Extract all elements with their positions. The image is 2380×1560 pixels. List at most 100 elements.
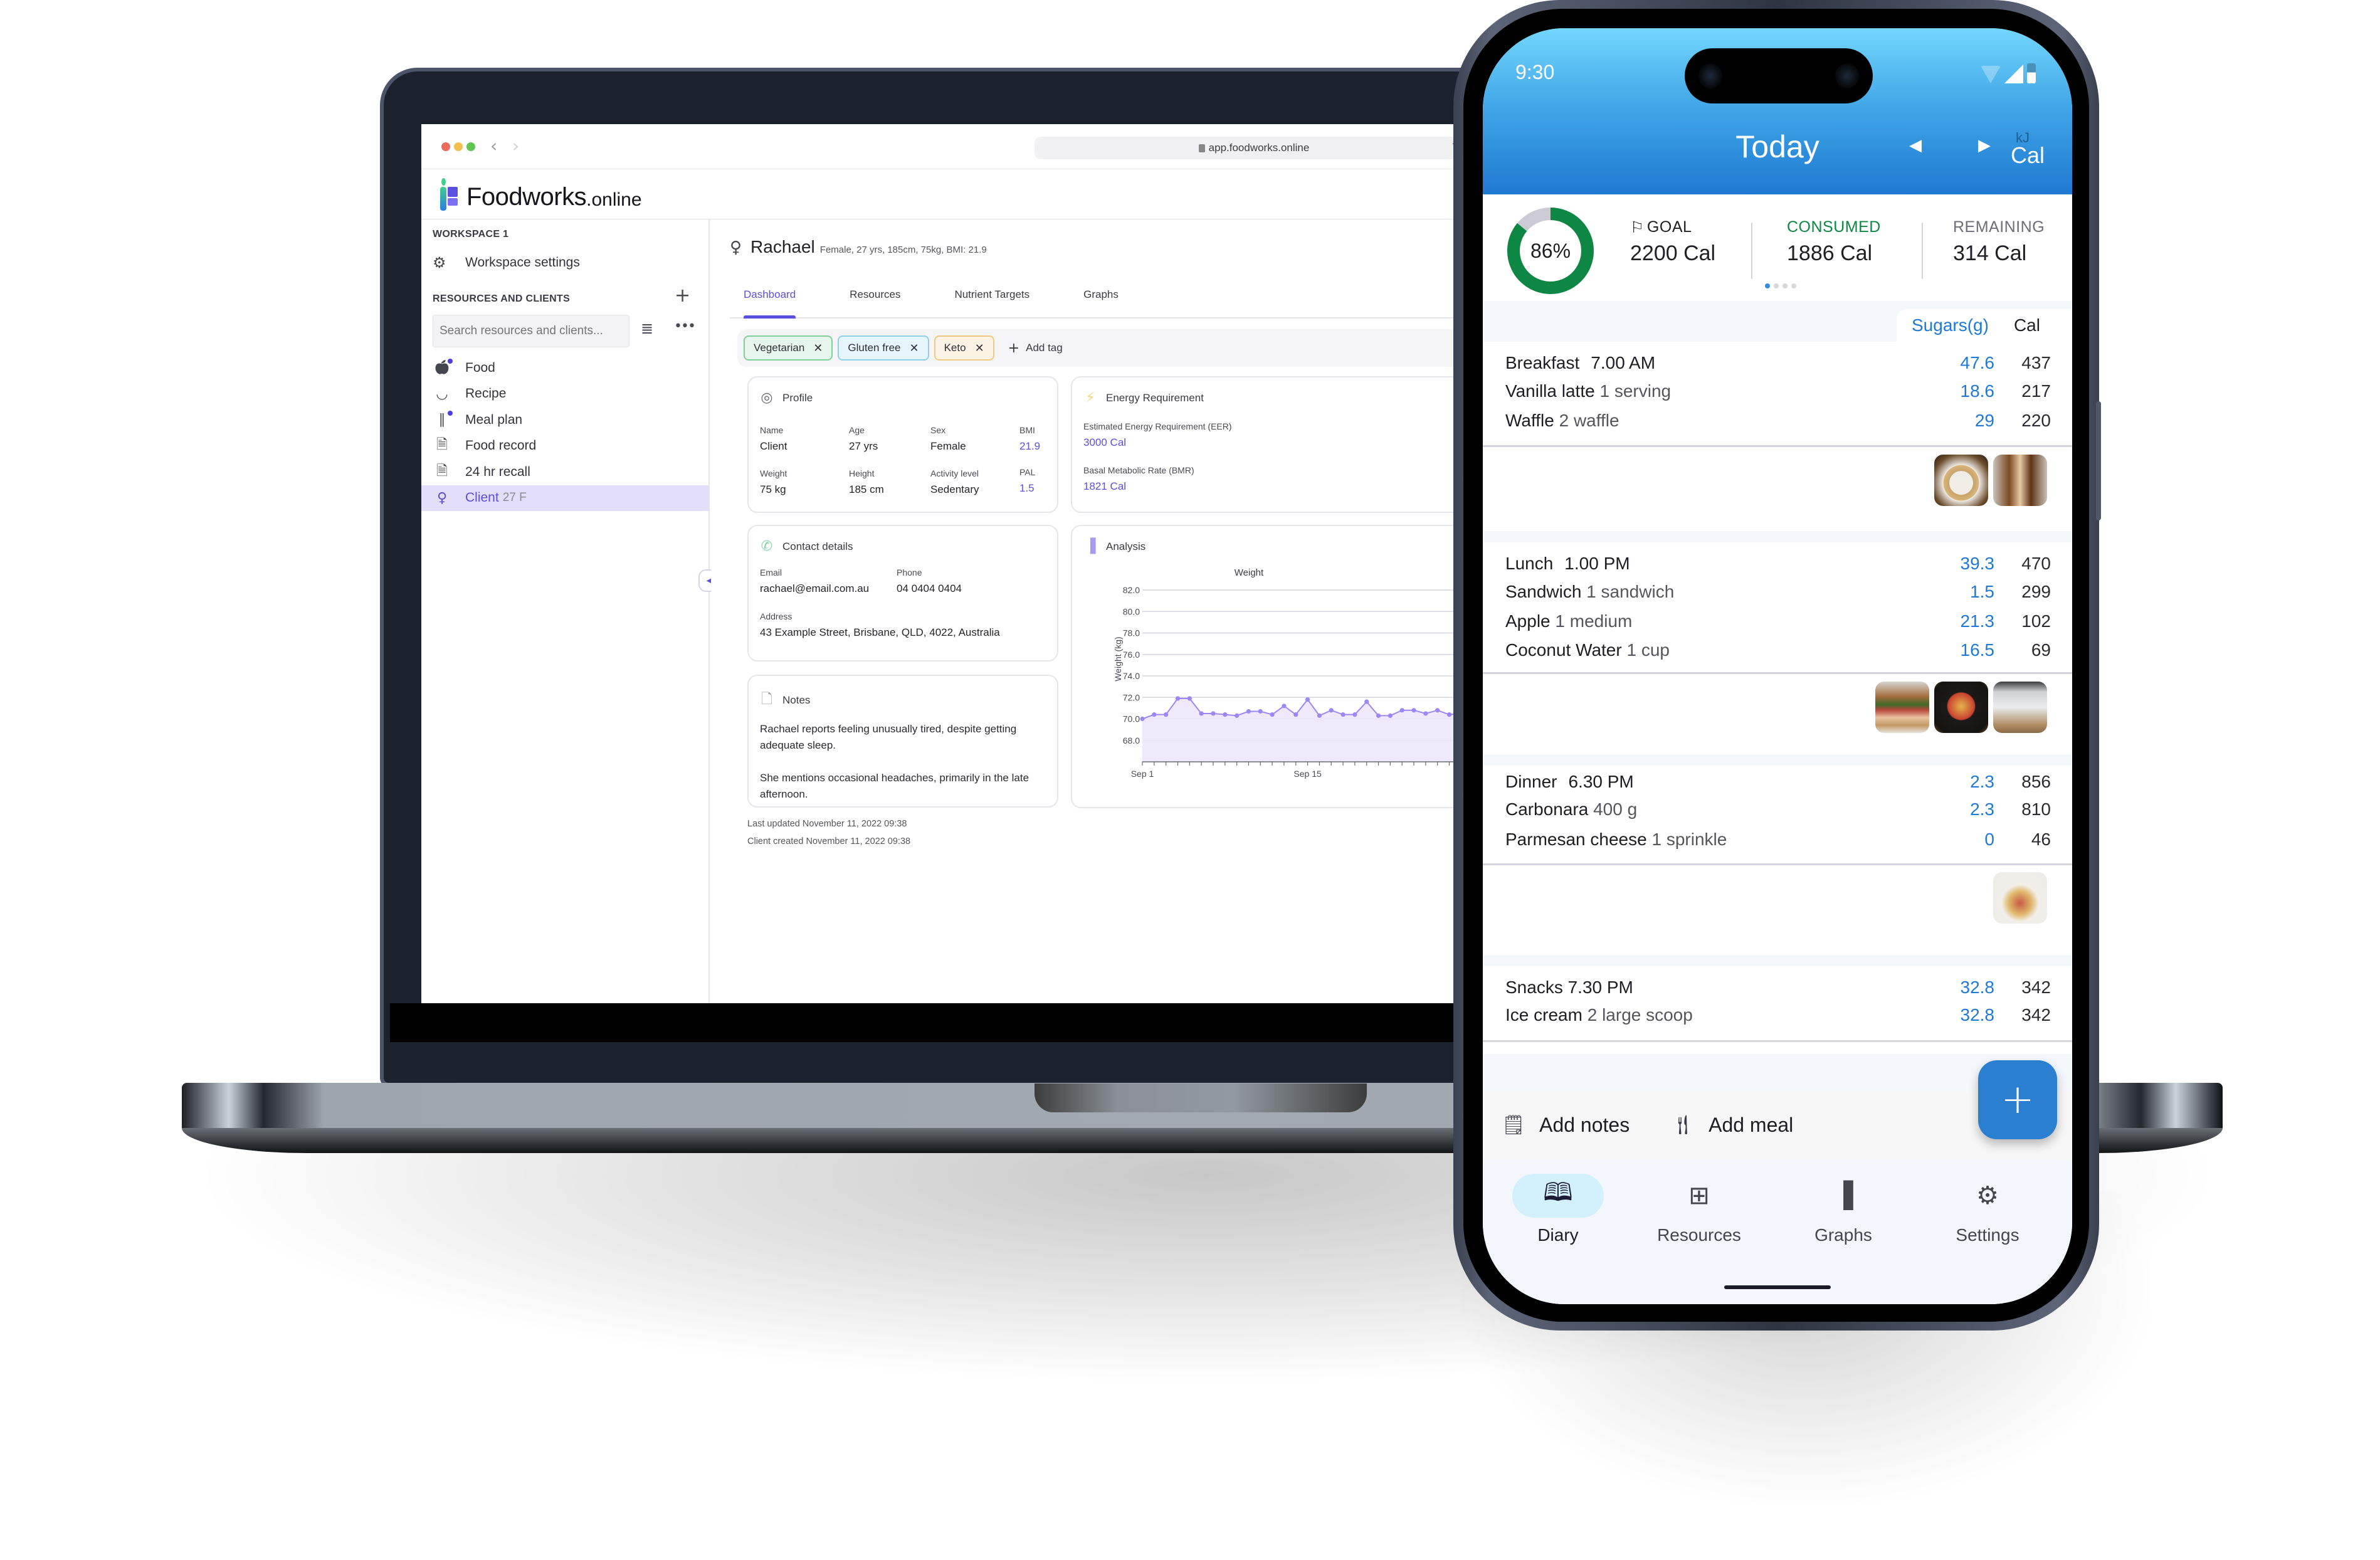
nav-resources[interactable]: ⊞ Resources bbox=[1643, 1174, 1756, 1245]
meal-lunch[interactable]: Lunch 1.00 PM 39.3 470 Sandwich 1 sandwic… bbox=[1483, 542, 2072, 754]
tag-keto[interactable]: Keto ✕ bbox=[934, 335, 994, 361]
tab-graphs[interactable]: Graphs bbox=[1070, 282, 1132, 317]
food-quantity: 2 large scoop bbox=[1587, 1005, 1693, 1025]
pager-dot[interactable] bbox=[1774, 283, 1779, 288]
field-label: Weight bbox=[760, 468, 787, 478]
meal-calories: 470 bbox=[2021, 554, 2051, 573]
more-options-icon[interactable]: ••• bbox=[674, 319, 696, 334]
field-value[interactable]: 04 0404 0404 bbox=[897, 582, 962, 595]
meal-dinner[interactable]: Dinner 6.30 PM 2.3 856 Carbonara 400 g 2.… bbox=[1483, 766, 2072, 955]
food-quantity: 1 medium bbox=[1555, 611, 1633, 631]
tag-label: Vegetarian bbox=[754, 342, 805, 354]
meal-breakfast[interactable]: Breakfast 7.00 AM 47.6 437 Vanilla latte … bbox=[1483, 342, 2072, 531]
browser-back-icon[interactable]: ‹ bbox=[490, 135, 497, 156]
food-item[interactable]: Carbonara 400 g 2.3 810 bbox=[1505, 799, 2051, 820]
food-item[interactable]: Waffle 2 waffle 29 220 bbox=[1505, 411, 2051, 431]
filter-icon[interactable]: ≣ bbox=[641, 320, 653, 337]
y-tick-label: 70.0 bbox=[1123, 714, 1140, 724]
foodworks-logo[interactable]: Foodworks .online bbox=[439, 178, 642, 211]
sidebar-item-recipe[interactable]: ◡ Recipe bbox=[421, 381, 710, 408]
photo-sandwich[interactable] bbox=[1875, 682, 1929, 733]
browser-forward-icon[interactable]: › bbox=[512, 135, 519, 156]
add-resource-button[interactable]: + bbox=[675, 285, 690, 307]
remove-tag-icon[interactable]: ✕ bbox=[975, 342, 984, 355]
meal-calories: 437 bbox=[2021, 353, 2051, 372]
food-quantity: 1 sandwich bbox=[1586, 582, 1675, 601]
sidebar-item-meal-plan[interactable]: ∥ Meal plan bbox=[421, 407, 710, 433]
sidebar-item-24hr-recall[interactable]: 🗎 24 hr recall bbox=[421, 459, 710, 485]
next-day-icon[interactable]: ▶ bbox=[1978, 136, 1991, 155]
consumed-label: CONSUMED bbox=[1787, 218, 1881, 236]
client-dashboard: ♀ Rachael Female, 27 yrs, 185cm, 75kg, B… bbox=[711, 219, 1500, 1003]
pager-dot[interactable] bbox=[1782, 283, 1788, 288]
field-value: 75 kg bbox=[760, 483, 786, 495]
notes-body[interactable]: Rachael reports feeling unusually tired,… bbox=[760, 721, 1042, 819]
profile-field-sex: Sex Female bbox=[930, 425, 966, 453]
photo-carbonara[interactable] bbox=[1993, 872, 2047, 924]
tag-gluten-free[interactable]: Gluten free ✕ bbox=[838, 335, 929, 361]
meal-photos bbox=[1993, 872, 2047, 924]
add-notes-button[interactable]: 🗒︎ Add notes bbox=[1502, 1114, 1630, 1137]
pager-dot-active[interactable] bbox=[1765, 283, 1770, 288]
home-indicator[interactable] bbox=[1724, 1285, 1831, 1289]
food-item[interactable]: Parmesan cheese 1 sprinkle 0 46 bbox=[1505, 830, 2051, 850]
nutrient-column-selector[interactable]: Sugars(g) bbox=[1912, 315, 1989, 335]
workspace-settings-label: Workspace settings bbox=[465, 255, 580, 270]
x-tick-label: Sep 15 bbox=[1293, 769, 1322, 779]
photo-waffle[interactable] bbox=[1934, 455, 1988, 506]
nav-graphs[interactable]: ▐ Graphs bbox=[1787, 1174, 1900, 1245]
workspace-settings-link[interactable]: ⚙ Workspace settings bbox=[433, 254, 580, 271]
search-input[interactable] bbox=[433, 315, 629, 347]
tag-vegetarian[interactable]: Vegetarian ✕ bbox=[744, 335, 833, 361]
food-calories: 810 bbox=[2021, 799, 2051, 819]
sidebar-item-food[interactable]: 🍎︎ Food bbox=[421, 355, 710, 381]
profile-field-weight: Weight 75 kg bbox=[760, 468, 787, 496]
add-tag-label: Add tag bbox=[1026, 342, 1063, 354]
field-label: Age bbox=[849, 425, 865, 435]
summary-pager[interactable] bbox=[1765, 283, 1796, 288]
food-item[interactable]: Vanilla latte 1 serving 18.6 217 bbox=[1505, 381, 2051, 401]
data-point bbox=[1140, 716, 1145, 722]
tab-resources[interactable]: Resources bbox=[836, 282, 914, 317]
meal-snacks[interactable]: Snacks 7.30 PM 32.8 342 Ice cream 2 larg… bbox=[1483, 966, 2072, 1054]
window-close-button[interactable] bbox=[441, 142, 450, 151]
tab-nutrient-targets[interactable]: Nutrient Targets bbox=[940, 282, 1043, 317]
nav-diary[interactable]: 🕮︎ Diary bbox=[1502, 1174, 1614, 1245]
profile-field-height: Height 185 cm bbox=[849, 468, 884, 496]
previous-day-icon[interactable]: ◀ bbox=[1909, 136, 1922, 155]
food-item[interactable]: Ice cream 2 large scoop 32.8 342 bbox=[1505, 1005, 2051, 1025]
food-item[interactable]: Coconut Water 1 cup 16.5 69 bbox=[1505, 640, 2051, 660]
add-tag-button[interactable]: + Add tag bbox=[1008, 340, 1063, 356]
food-item[interactable]: Apple 1 medium 21.3 102 bbox=[1505, 611, 2051, 631]
divider bbox=[1922, 223, 1923, 279]
remove-tag-icon[interactable]: ✕ bbox=[813, 342, 823, 355]
sidebar-item-client[interactable]: ♀ Client 27 F bbox=[421, 485, 710, 511]
add-food-fab[interactable]: + bbox=[1978, 1060, 2057, 1139]
tab-dashboard[interactable]: Dashboard bbox=[730, 282, 809, 319]
meal-sugars: 39.3 bbox=[1960, 554, 1995, 573]
remove-tag-icon[interactable]: ✕ bbox=[910, 342, 919, 355]
note-icon: 🗒︎ bbox=[1502, 1114, 1526, 1136]
profile-field-name: Name Client bbox=[760, 425, 787, 453]
browser-toolbar: ‹ › app.foodworks.online ↻ bbox=[421, 124, 1500, 169]
sidebar-item-food-record[interactable]: 🗎 Food record bbox=[421, 433, 710, 460]
photo-coconut-water[interactable] bbox=[1993, 682, 2047, 733]
meal-photos bbox=[1875, 682, 2047, 733]
gear-icon: ⚙ bbox=[1976, 1181, 1999, 1210]
window-minimize-button[interactable] bbox=[454, 142, 463, 151]
nav-settings[interactable]: ⚙ Settings bbox=[1931, 1174, 2044, 1245]
divider bbox=[1483, 863, 2072, 865]
pager-dot[interactable] bbox=[1791, 283, 1796, 288]
food-item[interactable]: Sandwich 1 sandwich 1.5 299 bbox=[1505, 582, 2051, 602]
add-meal-button[interactable]: 🍴︎ Add meal bbox=[1671, 1114, 1793, 1137]
field-value[interactable]: rachael@email.com.au bbox=[760, 582, 869, 595]
window-maximize-button[interactable] bbox=[466, 142, 475, 151]
photo-apple[interactable] bbox=[1934, 682, 1988, 733]
address-bar[interactable]: app.foodworks.online ↻ bbox=[1035, 137, 1473, 159]
photo-iced-latte[interactable] bbox=[1993, 455, 2047, 506]
meal-header: Dinner 6.30 PM 2.3 856 bbox=[1505, 772, 2051, 792]
food-calories: 69 bbox=[2031, 640, 2051, 660]
nav-label: Settings bbox=[1956, 1225, 2019, 1245]
unit-toggle-cal[interactable]: Cal bbox=[2011, 142, 2045, 169]
status-icons bbox=[1981, 63, 2036, 83]
